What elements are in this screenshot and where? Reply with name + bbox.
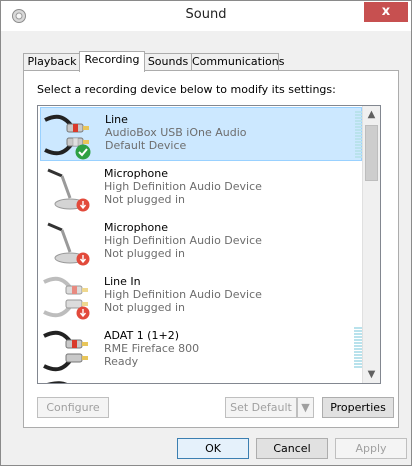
device-item-line-in[interactable]: Line In High Definition Audio Device Not… [40, 270, 362, 324]
device-name: Microphone [104, 167, 169, 180]
sound-dialog: Sound x Playback Recording Sounds Commun… [0, 0, 412, 466]
unplugged-icon [76, 198, 90, 212]
device-item-adat[interactable]: ADAT 1 (1+2) RME Fireface 800 Ready [40, 324, 368, 378]
tab-sounds[interactable]: Sounds [143, 53, 193, 71]
rca-cable-icon [43, 330, 88, 372]
device-status: Default Device [105, 139, 187, 152]
device-status: Not plugged in [104, 193, 186, 206]
title-bar[interactable]: Sound x [1, 1, 411, 31]
device-item-microphone-2[interactable]: Microphone High Definition Audio Device … [40, 216, 362, 270]
properties-button[interactable]: Properties [322, 397, 394, 418]
unplugged-icon [76, 252, 90, 266]
cancel-button[interactable]: Cancel [256, 438, 328, 459]
device-name: ADAT 1 (1+2) [104, 329, 179, 342]
tab-playback[interactable]: Playback [23, 53, 81, 71]
device-name: Line In [104, 275, 141, 288]
device-driver: High Definition Audio Device [104, 234, 262, 247]
device-driver: RME Fireface 800 [104, 342, 200, 355]
set-default-button[interactable]: Set Default [225, 397, 297, 418]
apply-button[interactable]: Apply [335, 438, 407, 459]
device-list: Line AudioBox USB iOne Audio Default Dev… [37, 105, 381, 384]
scroll-down-icon[interactable]: ▼ [363, 366, 380, 383]
tab-communications[interactable]: Communications [191, 53, 284, 71]
vertical-scrollbar[interactable]: ▲ ▼ [362, 106, 380, 383]
rca-cable-icon [47, 381, 68, 383]
configure-button[interactable]: Configure [37, 397, 109, 418]
device-item-microphone-1[interactable]: Microphone High Definition Audio Device … [40, 162, 362, 216]
window-title: Sound [185, 7, 227, 22]
tab-recording[interactable]: Recording [79, 51, 145, 72]
recording-panel: Select a recording device below to modif… [23, 70, 399, 428]
scroll-up-icon[interactable]: ▲ [363, 106, 380, 123]
device-driver: High Definition Audio Device [104, 180, 262, 193]
instruction-text: Select a recording device below to modif… [37, 83, 336, 96]
chevron-down-icon: ▼ [301, 401, 310, 414]
device-name: Line [105, 113, 128, 126]
ok-button[interactable]: OK [177, 438, 249, 459]
device-item-line[interactable]: Line AudioBox USB iOne Audio Default Dev… [40, 107, 369, 161]
scroll-thumb[interactable] [365, 125, 378, 181]
device-driver: AudioBox USB iOne Audio [105, 126, 247, 139]
device-driver: High Definition Audio Device [104, 288, 262, 301]
device-name: Microphone [104, 221, 169, 234]
default-check-icon [75, 144, 91, 160]
set-default-dropdown[interactable]: ▼ [297, 397, 314, 418]
close-button[interactable]: x [364, 2, 408, 22]
device-item-partial[interactable] [40, 378, 362, 383]
unplugged-icon [76, 306, 90, 320]
device-status: Not plugged in [104, 247, 186, 260]
device-status: Ready [104, 355, 139, 368]
device-status: Not plugged in [104, 301, 186, 314]
